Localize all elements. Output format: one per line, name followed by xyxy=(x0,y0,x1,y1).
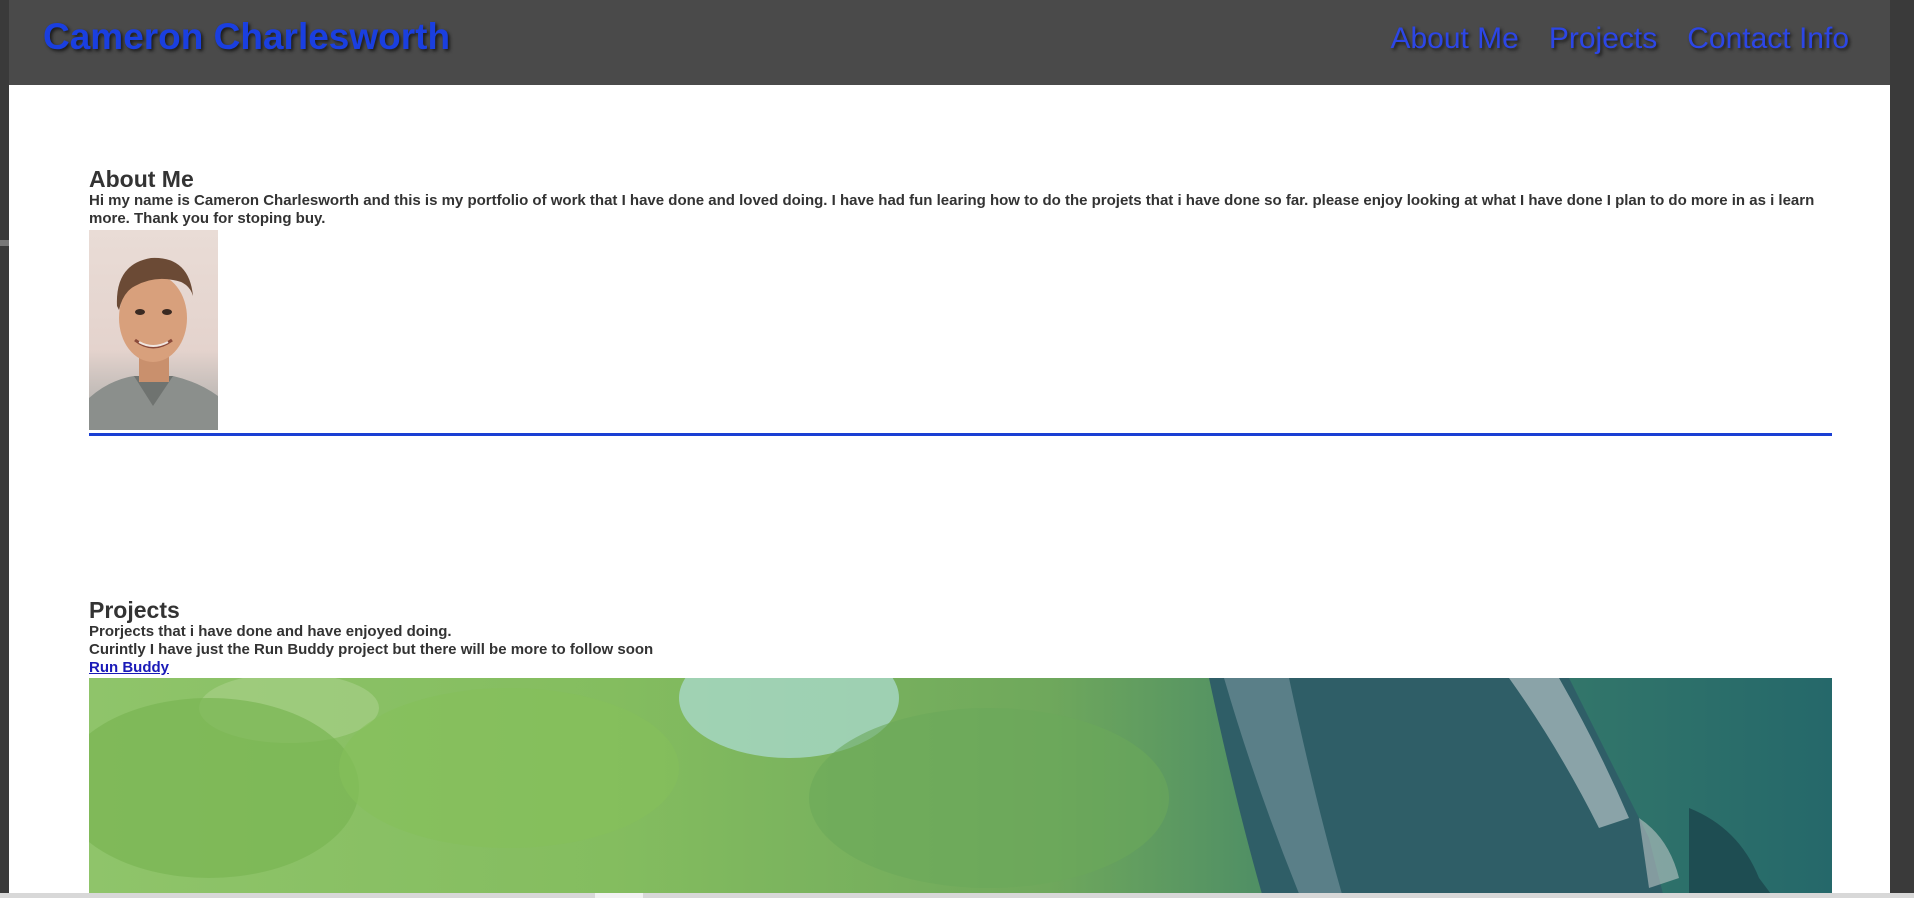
nav-contact-info[interactable]: Contact Info xyxy=(1687,22,1849,56)
site-header: Cameron Charlesworth About Me Projects C… xyxy=(9,0,1890,85)
left-window-edge xyxy=(0,0,9,898)
nav-projects[interactable]: Projects xyxy=(1549,22,1657,56)
page: Cameron Charlesworth About Me Projects C… xyxy=(9,0,1890,898)
scrollbar-thumb[interactable] xyxy=(595,893,643,898)
right-window-edge xyxy=(1890,0,1914,898)
about-heading: About Me xyxy=(89,166,194,192)
about-section: About Me Hi my name is Cameron Charleswo… xyxy=(89,166,1832,436)
nav-about-me[interactable]: About Me xyxy=(1390,22,1518,56)
run-buddy-photo[interactable] xyxy=(89,678,1832,898)
horizontal-scrollbar[interactable] xyxy=(0,893,1914,898)
projects-heading: Projects xyxy=(89,597,180,623)
site-title: Cameron Charlesworth xyxy=(43,16,451,57)
about-body: Hi my name is Cameron Charlesworth and t… xyxy=(89,192,1815,227)
main-nav: About Me Projects Contact Info xyxy=(1390,22,1849,56)
section-divider xyxy=(89,433,1832,436)
run-buddy-link[interactable]: Run Buddy xyxy=(89,659,169,676)
portrait-photo xyxy=(89,230,218,430)
projects-section: Projects Prorjects that i have done and … xyxy=(89,597,1832,898)
projects-note: Curintly I have just the Run Buddy proje… xyxy=(89,641,654,658)
projects-intro: Prorjects that i have done and have enjo… xyxy=(89,623,452,640)
